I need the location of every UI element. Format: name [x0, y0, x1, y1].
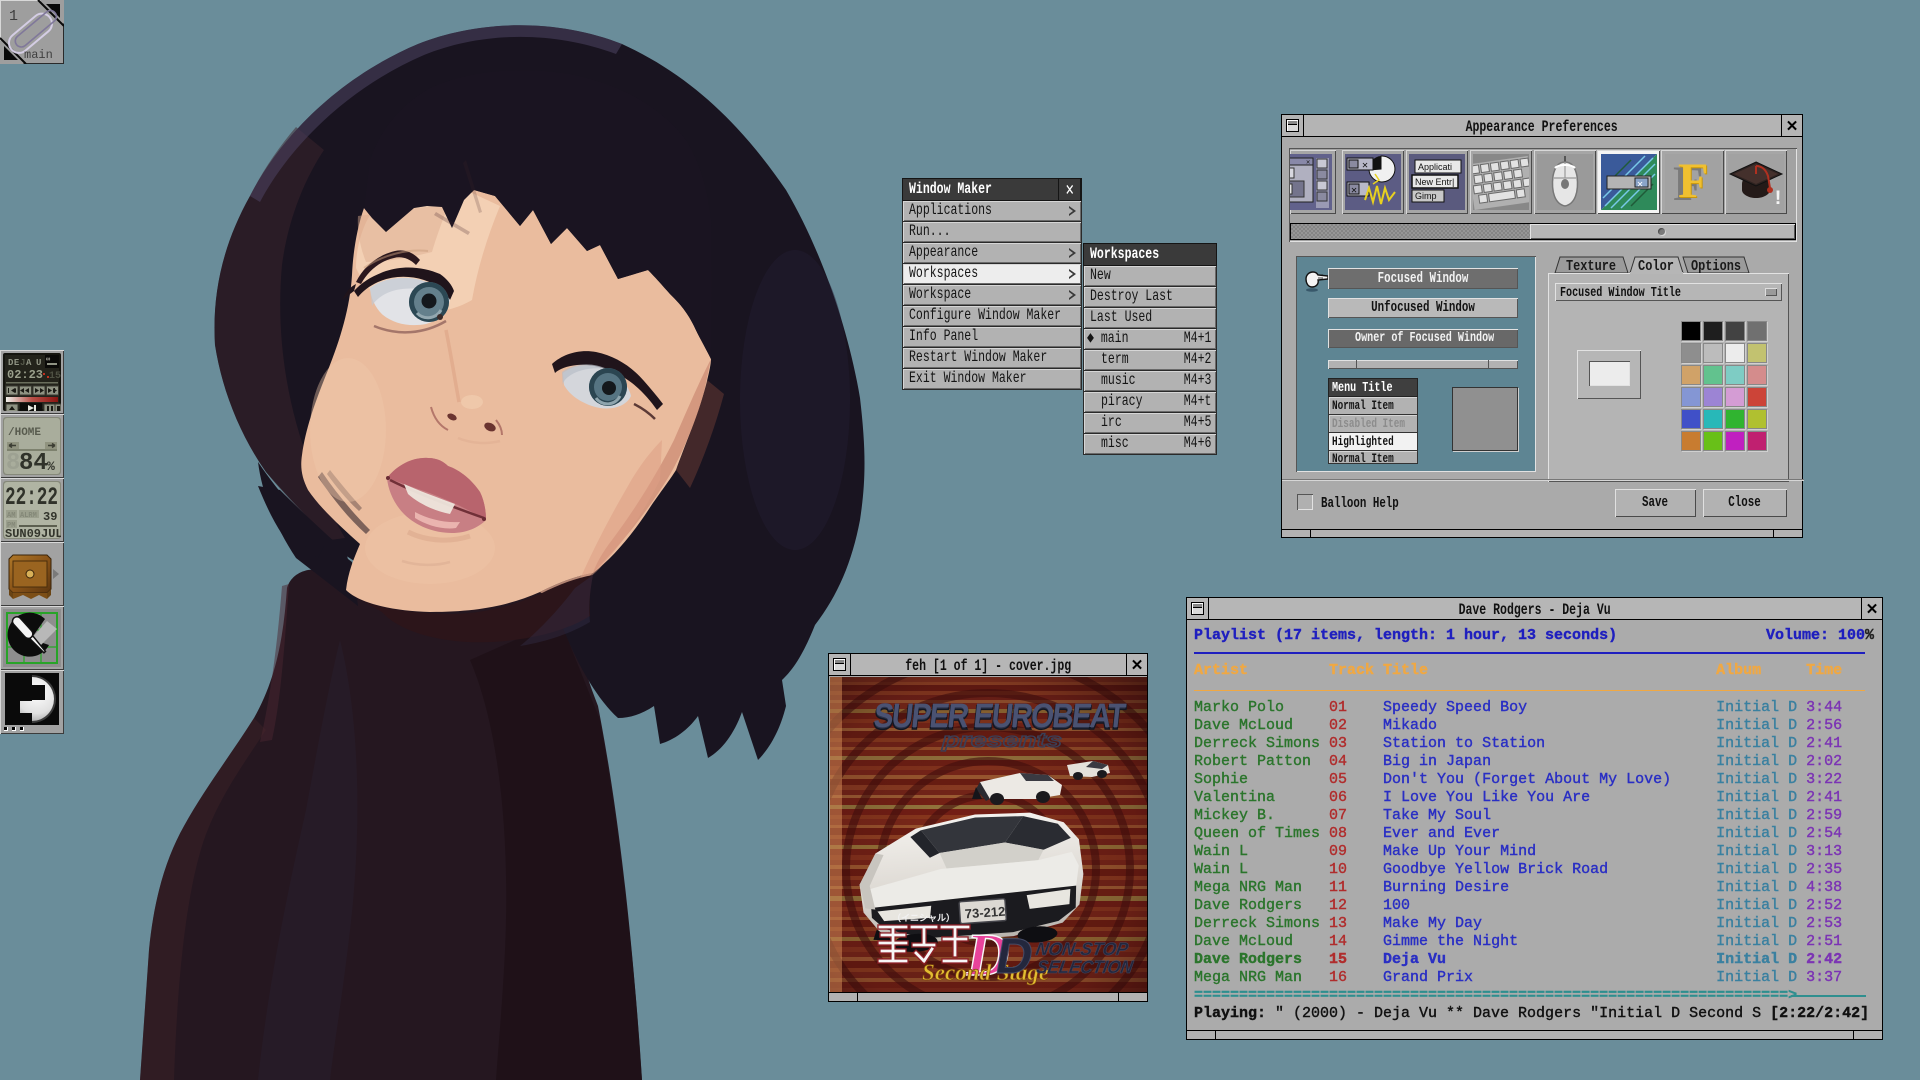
svg-text:J: J — [20, 358, 25, 368]
svg-text:✕: ✕ — [1362, 161, 1368, 172]
svg-text:（イニシャル）: （イニシャル） — [892, 913, 955, 923]
svg-text:presents: presents — [941, 730, 1062, 752]
svg-text:∞: ∞ — [46, 356, 50, 364]
svg-text:22:22: 22:22 — [5, 483, 58, 512]
svg-text:A: A — [26, 358, 32, 368]
svg-text:Gimp: Gimp — [1415, 191, 1437, 201]
svg-text:Texture: Texture — [1566, 258, 1616, 274]
svg-text:NON-STOP: NON-STOP — [1034, 939, 1130, 959]
svg-text:U: U — [36, 358, 41, 368]
svg-text:/HOME: /HOME — [8, 427, 41, 439]
svg-text:✕: ✕ — [1351, 186, 1357, 197]
svg-text:New Entr|: New Entr| — [1415, 177, 1454, 187]
svg-text:ALRM: ALRM — [20, 512, 37, 520]
svg-text:02:23: 02:23 — [7, 368, 43, 382]
svg-text:✕: ✕ — [1637, 180, 1643, 191]
svg-text:!: ! — [1772, 188, 1784, 210]
svg-text:DE: DE — [8, 358, 20, 368]
svg-text:SUN09JUL: SUN09JUL — [5, 527, 61, 539]
svg-text:Applicati: Applicati — [1418, 162, 1452, 172]
svg-text:F: F — [1678, 154, 1709, 208]
svg-text:✕: ✕ — [1306, 159, 1310, 167]
svg-text:15: 15 — [49, 371, 61, 382]
svg-text:SELECTION: SELECTION — [1035, 957, 1135, 977]
svg-text:Options: Options — [1691, 258, 1741, 274]
svg-text:84: 84 — [19, 450, 48, 475]
svg-text:1: 1 — [9, 8, 18, 25]
svg-text:main: main — [24, 48, 53, 62]
svg-text:AM: AM — [7, 512, 15, 520]
svg-text:%: % — [47, 459, 55, 474]
svg-text:39: 39 — [43, 510, 57, 524]
svg-text:73-212: 73-212 — [964, 904, 1005, 922]
